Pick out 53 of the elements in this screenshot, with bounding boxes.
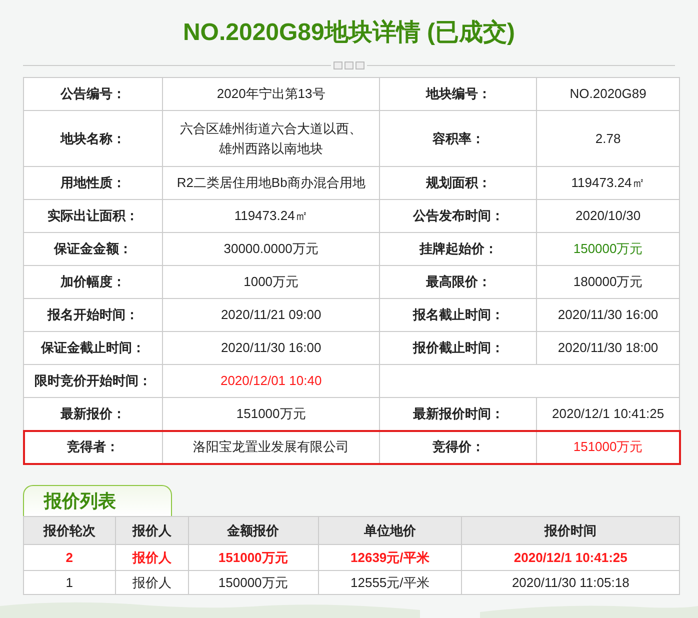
table-cell: 2020/12/1 10:41:25: [462, 544, 680, 570]
field-label: 公告编号：: [24, 78, 162, 110]
field-value: 2020/11/30 18:00: [536, 332, 680, 364]
field-label: 用地性质：: [24, 166, 162, 200]
table-cell: 报价人: [115, 544, 188, 570]
field-label: 地块编号：: [380, 78, 537, 110]
field-value: 1000万元: [162, 266, 380, 298]
field-label: 限时竞价开始时间：: [24, 364, 162, 398]
field-label: 最高限价：: [380, 266, 537, 298]
ornament-icon: [333, 60, 365, 70]
field-label: 加价幅度：: [24, 266, 162, 298]
field-value: 2020/10/30: [536, 200, 680, 232]
field-value: 150000万元: [536, 232, 680, 266]
field-label: 容积率：: [380, 110, 537, 166]
field-value: 六合区雄州街道六合大道以西、雄州西路以南地块: [162, 110, 380, 166]
field-value: NO.2020G89: [536, 78, 680, 110]
field-label: 报名截止时间：: [380, 298, 537, 332]
table-cell: 12555元/平米: [318, 570, 462, 594]
field-value: 2020/11/21 09:00: [162, 298, 380, 332]
column-header: 报价时间: [462, 516, 680, 544]
field-label: 最新报价：: [24, 398, 162, 430]
table-cell: 2: [24, 544, 116, 570]
field-label: 报价截止时间：: [380, 332, 537, 364]
column-header: 金额报价: [188, 516, 318, 544]
field-label: 规划面积：: [380, 166, 537, 200]
table-cell: 2020/11/30 11:05:18: [462, 570, 680, 594]
column-header: 报价轮次: [24, 516, 116, 544]
field-value: 2020/11/30 16:00: [536, 298, 680, 332]
column-header: 报价人: [115, 516, 188, 544]
field-label: 公告发布时间：: [380, 200, 537, 232]
table-cell: 1: [24, 570, 116, 594]
bid-list-tab[interactable]: 报价列表: [23, 485, 172, 516]
field-label: 保证金截止时间：: [24, 332, 162, 364]
table-cell: 12639元/平米: [318, 544, 462, 570]
field-value: 30000.0000万元: [162, 232, 380, 266]
column-header: 单位地价: [318, 516, 462, 544]
field-value: R2二类居住用地Bb商办混合用地: [162, 166, 380, 200]
table-cell: 150000万元: [188, 570, 318, 594]
field-label: 实际出让面积：: [24, 200, 162, 232]
field-label: 地块名称：: [24, 110, 162, 166]
page-title: NO.2020G89地块详情 (已成交): [182, 18, 516, 48]
table-cell: 报价人: [115, 570, 188, 594]
field-label: 报名开始时间：: [24, 298, 162, 332]
field-value: 119473.24㎡: [162, 200, 380, 232]
table-cell: 151000万元: [188, 544, 318, 570]
field-label: 挂牌起始价：: [380, 232, 537, 266]
field-value: 2020年宁出第13号: [162, 78, 380, 110]
field-value: 180000万元: [536, 266, 680, 298]
field-label: 保证金金额：: [24, 232, 162, 266]
field-value: 2.78: [536, 110, 680, 166]
field-value: 119473.24㎡: [536, 166, 680, 200]
field-value: 2020/11/30 16:00: [162, 332, 380, 364]
field-value: 2020/12/01 10:40: [162, 364, 380, 398]
